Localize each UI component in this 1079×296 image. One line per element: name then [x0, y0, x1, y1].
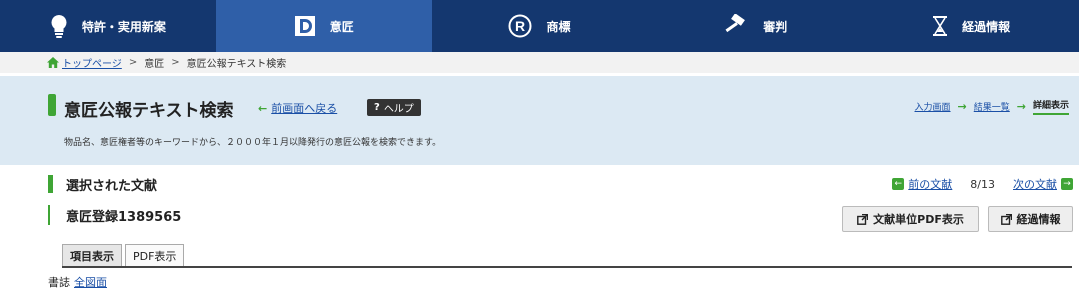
registered-mark-icon: R: [508, 14, 532, 38]
gavel-icon: [723, 14, 749, 38]
bibliography-label: 書誌: [48, 276, 70, 289]
external-window-icon: [857, 213, 869, 225]
prev-document: ← 前の文献: [892, 176, 952, 192]
next-document: 次の文献 →: [1013, 176, 1073, 192]
step-indicator: 入力画面 → 結果一覧 → 詳細表示: [915, 98, 1069, 115]
help-icon: ?: [374, 102, 380, 113]
svg-text:R: R: [515, 18, 525, 34]
view-tabs: 項目表示 PDF表示: [62, 244, 187, 266]
nav-appeal[interactable]: 審判: [647, 0, 863, 52]
document-count: 8/13: [970, 177, 995, 191]
lightbulb-icon: [50, 14, 68, 38]
next-document-link[interactable]: 次の文献: [1013, 176, 1057, 192]
all-drawings-link[interactable]: 全図面: [74, 274, 107, 290]
back-link[interactable]: 前画面へ戻る: [271, 100, 337, 116]
bibliography-row: 書誌 全図面: [48, 274, 107, 290]
nav-progress[interactable]: 経過情報: [863, 0, 1079, 52]
title-marker: [48, 94, 56, 116]
section-marker: [48, 175, 53, 193]
prev-arrow-icon: ←: [892, 178, 905, 190]
subsection-marker: [48, 205, 50, 225]
next-arrow-icon: →: [1061, 178, 1073, 190]
progress-info-label: 経過情報: [1016, 213, 1061, 226]
selected-document-heading: 選択された文献: [66, 179, 158, 194]
breadcrumb-separator: >: [171, 57, 180, 68]
prev-document-link[interactable]: 前の文献: [908, 176, 952, 192]
page-description: 物品名、意匠権者等のキーワードから、２０００年１月以降発行の意匠公報を検索できま…: [64, 138, 442, 148]
breadcrumb-separator: >: [128, 57, 138, 68]
nav-trademark[interactable]: R 商標: [432, 0, 648, 52]
step-input-link[interactable]: 入力画面: [915, 100, 951, 113]
top-navigation: 特許・実用新案 意匠 R 商標 審判 経過情報: [0, 0, 1079, 52]
breadcrumb-item-design: 意匠: [144, 59, 165, 70]
pdf-display-label: 文献単位PDF表示: [873, 213, 964, 226]
nav-appeal-label: 審判: [763, 19, 788, 34]
nav-patent-label: 特許・実用新案: [81, 19, 166, 34]
help-label: ヘルプ: [383, 104, 414, 115]
registration-number: 意匠登録1389565: [66, 210, 182, 225]
hourglass-icon: [932, 15, 948, 37]
external-window-icon: [1000, 213, 1012, 225]
nav-trademark-label: 商標: [546, 19, 571, 34]
step-arrow-icon: →: [957, 100, 967, 113]
home-icon: [47, 57, 59, 68]
pdf-display-button[interactable]: 文献単位PDF表示: [842, 206, 979, 232]
page-title: 意匠公報テキスト検索: [64, 101, 234, 121]
breadcrumb-home-link[interactable]: トップページ: [62, 55, 122, 70]
step-current: 詳細表示: [1032, 98, 1069, 115]
breadcrumb: トップページ > 意匠 > 意匠公報テキスト検索: [0, 52, 1079, 73]
document-navigation: ← 前の文献 8/13 次の文献 →: [892, 176, 1073, 192]
tab-item-view[interactable]: 項目表示: [62, 244, 122, 266]
tab-pdf-view[interactable]: PDF表示: [125, 244, 185, 266]
back-arrow-icon: ←: [258, 101, 268, 115]
nav-design[interactable]: 意匠: [215, 0, 432, 52]
tab-divider: [62, 266, 1072, 268]
page-header: 意匠公報テキスト検索 ← 前画面へ戻る ? ヘルプ 物品名、意匠権者等のキーワー…: [0, 76, 1079, 165]
progress-info-button[interactable]: 経過情報: [988, 206, 1073, 232]
nav-design-label: 意匠: [329, 19, 354, 34]
back-link-wrapper: ← 前画面へ戻る: [258, 100, 337, 116]
design-d-icon: [294, 15, 316, 37]
nav-patent[interactable]: 特許・実用新案: [0, 0, 216, 52]
breadcrumb-item-current: 意匠公報テキスト検索: [186, 59, 287, 70]
nav-progress-label: 経過情報: [962, 19, 1011, 34]
help-button[interactable]: ? ヘルプ: [367, 99, 421, 116]
step-arrow-icon: →: [1016, 100, 1026, 113]
step-results-link[interactable]: 結果一覧: [974, 100, 1010, 113]
